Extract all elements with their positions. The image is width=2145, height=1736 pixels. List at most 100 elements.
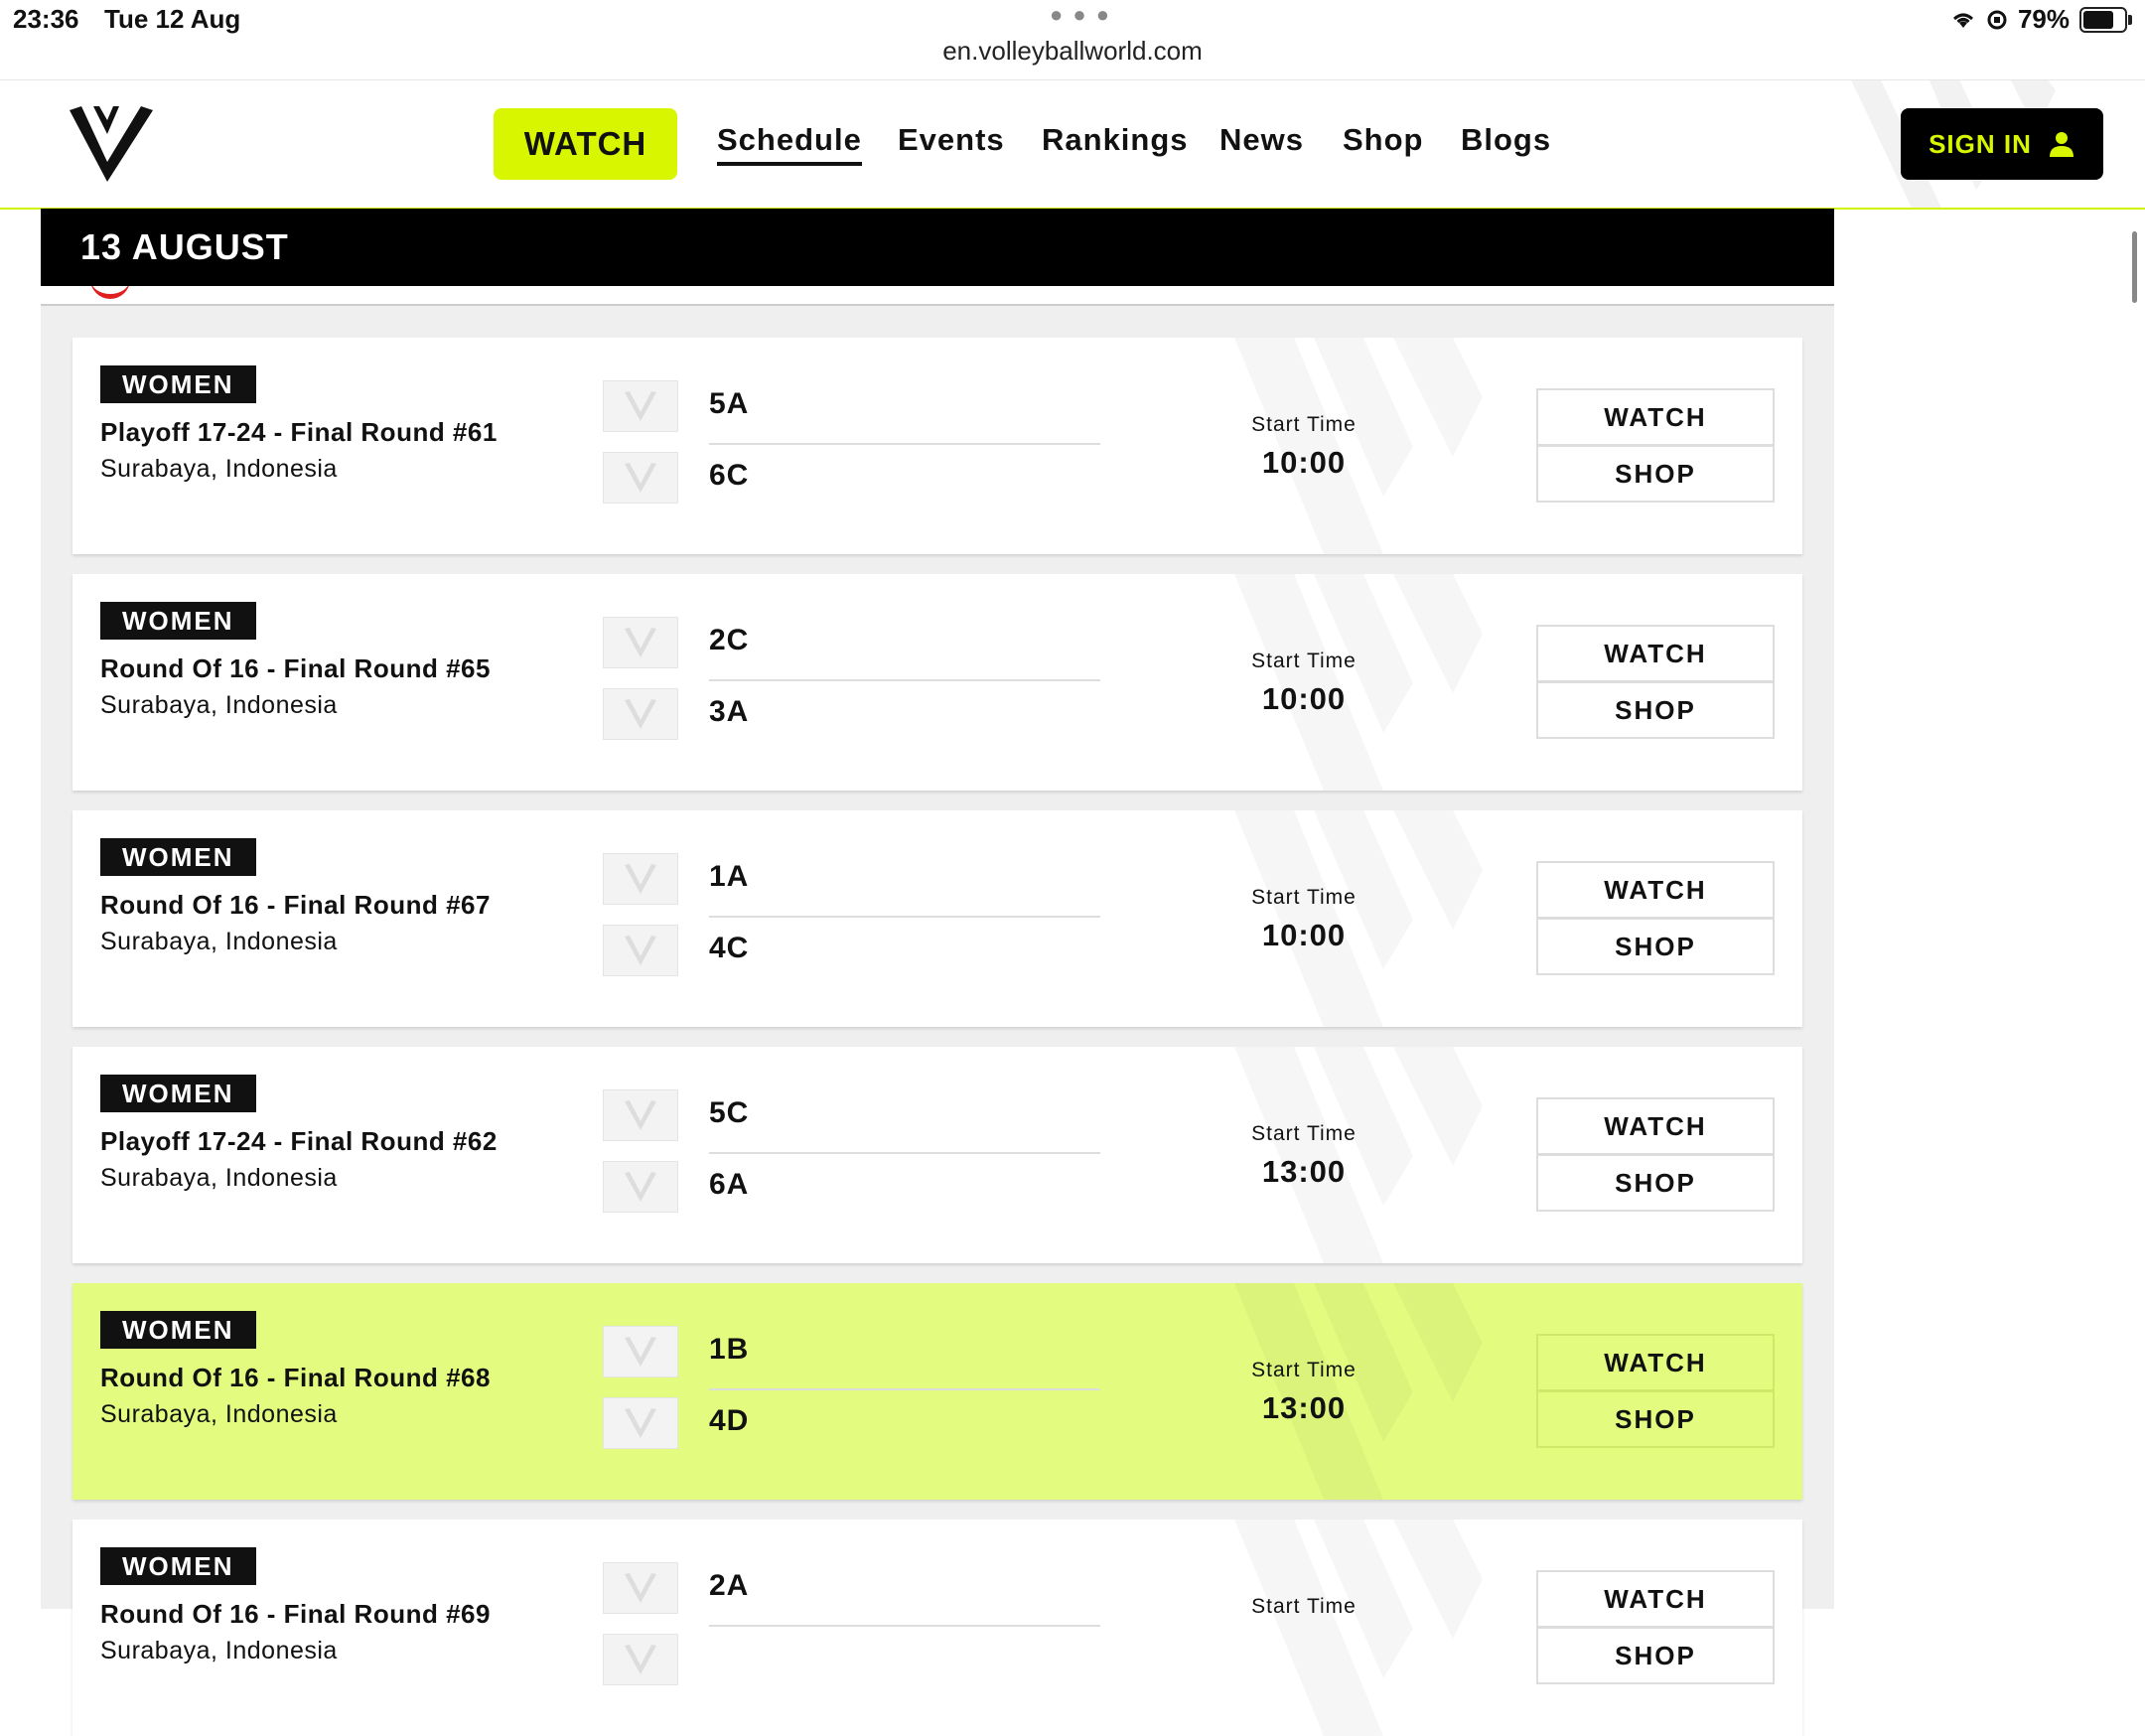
nav-schedule[interactable]: Schedule: [717, 122, 862, 166]
start-time-label: Start Time: [1251, 886, 1357, 909]
match-card: WOMEN Playoff 17-24 - Final Round #61 Su…: [72, 338, 1802, 554]
watch-button[interactable]: WATCH: [1536, 1097, 1775, 1155]
date-heading-bar: 13 AUGUST: [41, 209, 1834, 286]
team-divider: [709, 679, 1100, 681]
start-time-value: 10:00: [1261, 918, 1347, 952]
team-divider: [709, 1388, 1100, 1390]
team2-flag-placeholder-icon: [603, 1161, 678, 1213]
match-card: WOMEN Round Of 16 - Final Round #68 Sura…: [72, 1283, 1802, 1500]
user-icon: [2049, 132, 2074, 157]
category-badge: WOMEN: [100, 1075, 256, 1112]
card-watermark: [1234, 1519, 1572, 1736]
sign-in-button[interactable]: SIGN IN: [1901, 108, 2103, 180]
more-dots-icon[interactable]: ● ● ●: [1050, 2, 1111, 28]
team1-flag-placeholder-icon: [603, 1089, 678, 1141]
category-badge: WOMEN: [100, 365, 256, 403]
sign-in-label: SIGN IN: [1929, 128, 2032, 159]
status-time: 23:36: [13, 4, 79, 34]
match-card: WOMEN Round Of 16 - Final Round #65 Sura…: [72, 574, 1802, 791]
battery-percent: 79%: [2017, 4, 2070, 34]
watch-button[interactable]: WATCH: [1536, 861, 1775, 919]
shop-button[interactable]: SHOP: [1536, 1390, 1775, 1448]
watch-button[interactable]: WATCH: [1536, 625, 1775, 682]
nav-news[interactable]: News: [1219, 122, 1304, 158]
date-heading: 13 AUGUST: [80, 226, 289, 267]
battery-icon: [2079, 6, 2132, 33]
date-subbar: [41, 286, 1834, 306]
watch-button[interactable]: WATCH: [1536, 388, 1775, 446]
team2-name: 6C: [709, 459, 750, 492]
category-badge: WOMEN: [100, 838, 256, 876]
shop-button[interactable]: SHOP: [1536, 918, 1775, 975]
red-arc-decoration: [90, 286, 130, 299]
team1-name: 5C: [709, 1096, 750, 1129]
team1-flag-placeholder-icon: [603, 617, 678, 668]
match-name[interactable]: Round Of 16 - Final Round #69: [100, 1599, 491, 1630]
match-name[interactable]: Round Of 16 - Final Round #68: [100, 1363, 491, 1393]
volleyball-world-logo[interactable]: [68, 104, 153, 182]
match-name[interactable]: Round Of 16 - Final Round #67: [100, 890, 491, 921]
start-time-value: 13:00: [1261, 1390, 1347, 1425]
nav-blogs[interactable]: Blogs: [1461, 122, 1551, 158]
team-divider: [709, 916, 1100, 918]
team2-flag-placeholder-icon: [603, 925, 678, 976]
category-badge: WOMEN: [100, 1547, 256, 1585]
team1-name: 5A: [709, 387, 750, 420]
start-time-label: Start Time: [1251, 1359, 1357, 1381]
team-divider: [709, 1152, 1100, 1154]
match-name[interactable]: Playoff 17-24 - Final Round #61: [100, 417, 498, 448]
nav-rankings[interactable]: Rankings: [1042, 122, 1189, 158]
shop-button[interactable]: SHOP: [1536, 1627, 1775, 1684]
match-location: Surabaya, Indonesia: [100, 691, 338, 719]
shop-button[interactable]: SHOP: [1536, 1154, 1775, 1212]
orientation-lock-icon: [1987, 10, 2007, 29]
start-time-label: Start Time: [1251, 650, 1357, 672]
team2-flag-placeholder-icon: [603, 452, 678, 504]
team1-name: 2C: [709, 624, 750, 656]
match-name[interactable]: Round Of 16 - Final Round #65: [100, 653, 491, 684]
team2-name: 3A: [709, 695, 750, 728]
start-time-label: Start Time: [1251, 413, 1357, 436]
nav-events[interactable]: Events: [898, 122, 1005, 158]
match-location: Surabaya, Indonesia: [100, 1637, 338, 1664]
team2-name: 6A: [709, 1168, 750, 1201]
match-location: Surabaya, Indonesia: [100, 1400, 338, 1428]
nav-shop[interactable]: Shop: [1343, 122, 1424, 158]
watch-nav-button[interactable]: WATCH: [494, 108, 677, 180]
team1-flag-placeholder-icon: [603, 853, 678, 905]
start-time-label: Start Time: [1251, 1595, 1357, 1618]
team-divider: [709, 443, 1100, 445]
team1-flag-placeholder-icon: [603, 1562, 678, 1614]
status-indicators: 79%: [1950, 4, 2132, 35]
team2-flag-placeholder-icon: [603, 1634, 678, 1685]
site-header: WATCH Schedule Events Rankings News Shop…: [0, 79, 2145, 210]
watch-button[interactable]: WATCH: [1536, 1570, 1775, 1628]
match-card: WOMEN Playoff 17-24 - Final Round #62 Su…: [72, 1047, 1802, 1263]
watch-button[interactable]: WATCH: [1536, 1334, 1775, 1391]
team1-flag-placeholder-icon: [603, 380, 678, 432]
shop-button[interactable]: SHOP: [1536, 681, 1775, 739]
match-card: WOMEN Round Of 16 - Final Round #67 Sura…: [72, 810, 1802, 1027]
team2-flag-placeholder-icon: [603, 1397, 678, 1449]
wifi-icon: [1952, 13, 1973, 28]
team-divider: [709, 1625, 1100, 1627]
team2-name: 4C: [709, 932, 750, 964]
address-bar-url[interactable]: en.volleyballworld.com: [0, 36, 2145, 67]
status-bar: 23:36 Tue 12 Aug ● ● ● en.volleyballworl…: [0, 0, 2145, 79]
match-location: Surabaya, Indonesia: [100, 1164, 338, 1192]
match-card: WOMEN Round Of 16 - Final Round #69 Sura…: [72, 1519, 1802, 1736]
team2-name: 4D: [709, 1404, 750, 1437]
match-name[interactable]: Playoff 17-24 - Final Round #62: [100, 1126, 498, 1157]
page-scrollbar[interactable]: [2132, 231, 2137, 303]
team1-name: 1A: [709, 860, 750, 893]
match-location: Surabaya, Indonesia: [100, 455, 338, 483]
start-time-value: 13:00: [1261, 1154, 1347, 1189]
start-time-value: 10:00: [1261, 681, 1347, 716]
team1-name: 1B: [709, 1333, 750, 1366]
start-time-label: Start Time: [1251, 1122, 1357, 1145]
match-location: Surabaya, Indonesia: [100, 928, 338, 955]
category-badge: WOMEN: [100, 1311, 256, 1349]
team1-flag-placeholder-icon: [603, 1326, 678, 1377]
shop-button[interactable]: SHOP: [1536, 445, 1775, 503]
status-date: Tue 12 Aug: [104, 4, 241, 34]
